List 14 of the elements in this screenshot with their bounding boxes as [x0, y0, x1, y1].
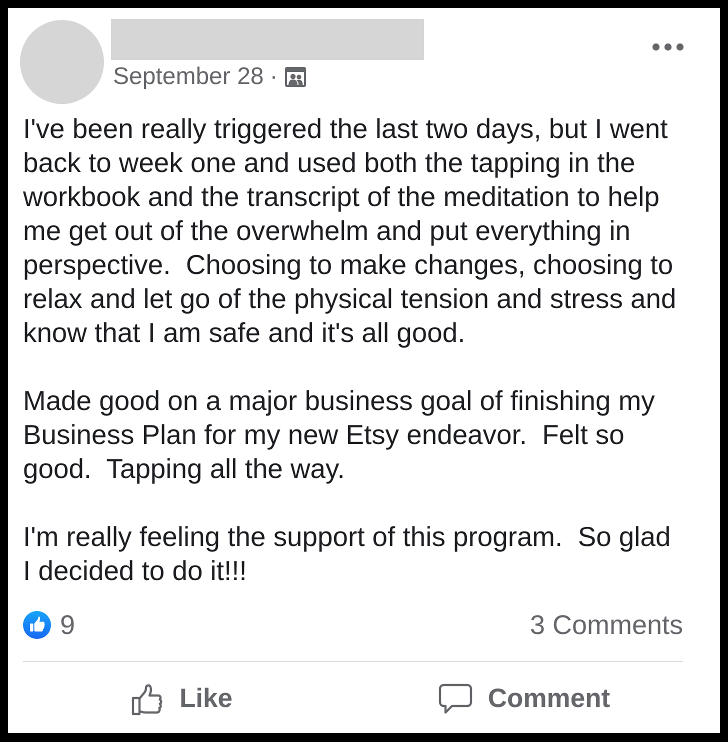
like-reaction-icon: [23, 611, 51, 639]
separator-dot: ·: [270, 64, 278, 90]
comment-button[interactable]: Comment: [365, 674, 683, 724]
post-paragraph: I'm really feeling the support of this program. So glad I decided to do it!!!: [23, 520, 671, 588]
like-button[interactable]: Like: [23, 674, 341, 724]
like-count[interactable]: 9: [60, 604, 76, 646]
more-options-icon[interactable]: [652, 43, 684, 51]
speech-bubble-icon: [438, 683, 473, 715]
thumbs-up-icon: [131, 682, 164, 716]
post-date[interactable]: September 28: [113, 64, 264, 90]
people-icon: [284, 67, 306, 87]
post-paragraph: I've been really triggered the last two days, but I went back to week one and used both the tapping in the workbook and the transcript of the meditation to help me get out of the overwhelm and put everything in perspective. Choosing to make changes, choosing to relax and let go of the physical tension and stress and know that I am safe and it's all good.: [23, 112, 676, 350]
comment-count[interactable]: 3 Comments: [530, 604, 683, 646]
post-paragraph: Made good on a major business goal of finishing my Business Plan for my new Etsy endeavor. Felt so good. Tapping all the way.: [23, 384, 655, 486]
